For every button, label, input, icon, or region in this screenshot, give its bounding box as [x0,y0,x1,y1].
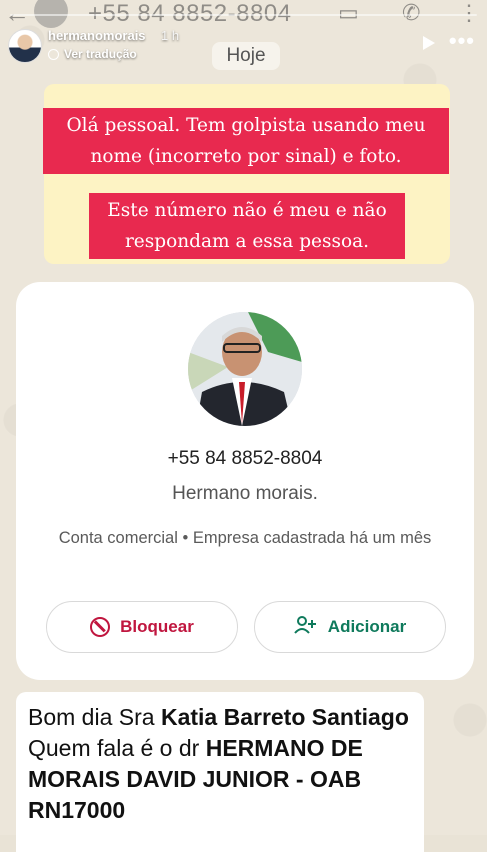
message-recipient: Katia Barreto Santiago [160,704,409,730]
block-label: Bloquear [120,617,194,636]
translate-label: Ver tradução [64,47,137,61]
block-icon [90,617,111,637]
story-time: 1 h [161,28,180,43]
story-username[interactable]: hermanomorais [48,28,146,43]
menu-icon[interactable]: ⋮ [458,0,480,26]
video-call-icon[interactable]: ▭ [338,0,359,26]
play-icon[interactable] [423,36,435,50]
message-greeting: Bom dia Sra [28,704,161,730]
contact-meta: Conta comercial • Empresa cadastrada há … [58,529,432,547]
message-intro: Quem fala é o dr [28,735,206,761]
date-chip: Hoje [212,42,280,70]
back-arrow-icon[interactable]: ← [4,0,30,26]
story-avatar[interactable] [8,29,42,63]
globe-icon [48,48,59,60]
translate-link[interactable]: Ver tradução [48,47,137,61]
add-person-icon [294,615,318,639]
contact-card: +55 84 8852-8804 Hermano morais. Conta c… [16,282,474,680]
contact-photo[interactable] [188,312,302,426]
overlay-text-1: Olá pessoal. Tem golpista usando meu nom… [43,108,449,174]
story-progress-bar [10,14,477,16]
voice-call-icon[interactable]: ✆ [402,0,420,26]
contact-phone: +55 84 8852-8804 [167,448,323,469]
overlay-text-2: Este número não é meu e não respondam a … [89,193,405,259]
add-label: Adicionar [327,617,407,636]
block-button[interactable]: Bloquear [46,601,238,653]
message-bubble: Bom dia Sra Katia Barreto Santiago Quem … [16,692,424,852]
add-contact-button[interactable]: Adicionar [254,601,446,653]
more-options-icon[interactable]: ••• [449,28,475,54]
contact-name: Hermano morais. [172,483,318,504]
